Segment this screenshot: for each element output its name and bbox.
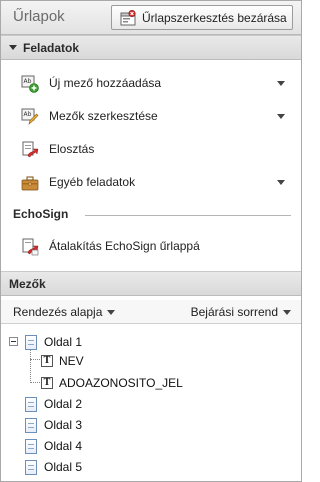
task-add-new-field[interactable]: Ab Új mező hozzáadása [1,71,301,95]
sort-by-label: Rendezés alapja [13,305,103,319]
echosign-section-title: EchoSign [13,207,69,221]
tab-order-dropdown[interactable]: Bejárási sorrend [191,305,291,319]
text-field-icon: T [41,377,53,389]
dropdown-arrow-icon[interactable] [277,81,285,86]
tasks-section-title: Feladatok [23,40,80,55]
tree-node-label: NEV [59,354,84,368]
page-icon [25,438,37,454]
tree-node-label: Oldal 5 [44,460,83,474]
tree-node-page[interactable]: Oldal 3 [25,415,82,435]
sort-by-dropdown[interactable]: Rendezés alapja [13,305,116,319]
tree-node-page[interactable]: Oldal 5 [25,457,82,477]
tree-connector [30,382,40,383]
page-icon [25,417,37,433]
page-icon [25,396,37,412]
echosign-divider [85,215,291,216]
task-other-tasks[interactable]: Egyéb feladatok [1,170,301,194]
forms-panel: Űrlapok Űrlapszerkesztés bezárása Felada… [0,0,302,482]
dropdown-arrow-icon[interactable] [277,180,285,185]
tree-node-label: Oldal 3 [44,418,83,432]
tab-order-label: Bejárási sorrend [190,305,278,319]
task-label: Egyéb feladatok [49,175,136,189]
task-convert-echosign[interactable]: Átalakítás EchoSign űrlappá [1,234,301,258]
tree-node-label: Oldal 2 [44,397,83,411]
collapse-triangle-icon [9,45,17,50]
page-icon [25,334,37,350]
dropdown-arrow-icon[interactable] [277,114,285,119]
panel-header: Űrlapok Űrlapszerkesztés bezárása [1,1,301,35]
tree-connector [30,359,40,360]
chevron-down-icon [107,309,116,315]
close-form-editing-icon [120,9,136,25]
tree-node-field[interactable]: T NEV [41,351,84,371]
edit-fields-icon: Ab [21,108,39,125]
add-field-icon: Ab [21,75,39,93]
task-label: Új mező hozzáadása [49,76,162,90]
tree-node-field[interactable]: T ADOAZONOSITO_JEL [41,373,183,393]
echosign-convert-icon [22,238,39,256]
tree-node-page[interactable]: Oldal 4 [25,436,82,456]
task-label: Átalakítás EchoSign űrlappá [49,239,200,253]
task-edit-fields[interactable]: Ab Mezők szerkesztése [1,104,301,128]
tree-node-page[interactable]: Oldal 1 [1,332,301,352]
page-icon [25,459,37,475]
tree-node-label: Oldal 1 [44,335,83,349]
task-distribute[interactable]: Elosztás [1,137,301,161]
tasks-section-header[interactable]: Feladatok [1,35,301,60]
text-field-icon: T [41,355,53,367]
task-label: Elosztás [49,142,95,156]
tree-node-page[interactable]: Oldal 2 [25,394,82,414]
panel-title: Űrlapok [13,8,65,25]
close-form-editing-button[interactable]: Űrlapszerkesztés bezárása [111,5,293,30]
svg-text:Ab: Ab [24,78,32,85]
task-label: Mezők szerkesztése [49,109,158,123]
distribute-icon [22,141,39,158]
chevron-down-icon [283,309,291,315]
fields-section-title: Mezők [9,276,46,291]
other-tasks-icon [21,176,39,191]
svg-text:Ab: Ab [24,111,32,118]
tree-node-label: Oldal 4 [44,439,83,453]
tree-node-label: ADOAZONOSITO_JEL [59,376,183,390]
tree-connector [30,349,31,383]
close-form-editing-label: Űrlapszerkesztés bezárása [142,10,287,25]
collapse-icon[interactable] [9,337,18,346]
fields-toolbar: Rendezés alapja Bejárási sorrend [1,300,301,324]
fields-section-header[interactable]: Mezők [1,271,301,296]
